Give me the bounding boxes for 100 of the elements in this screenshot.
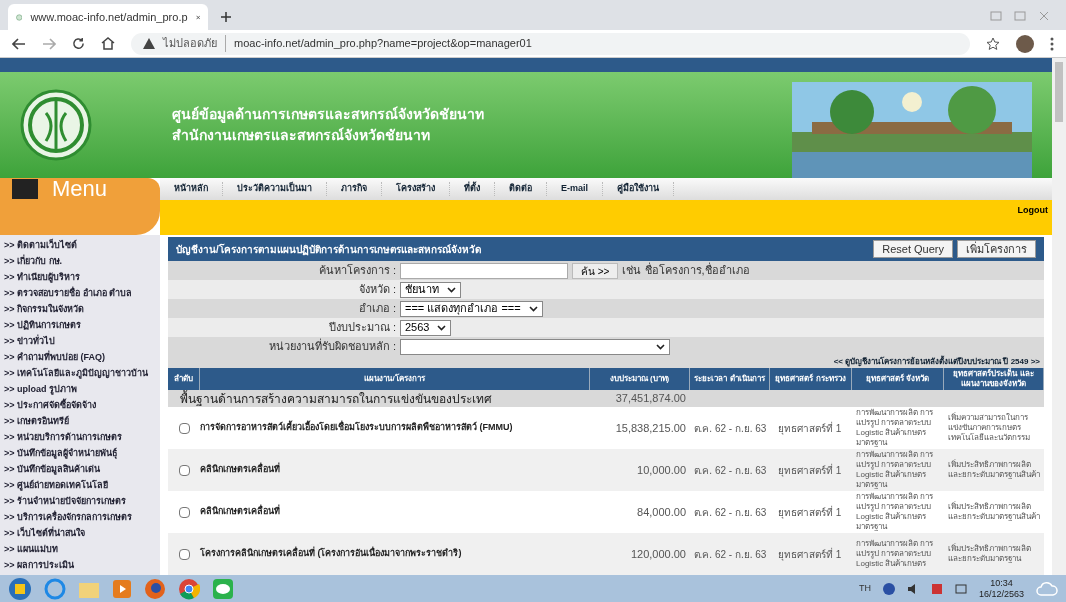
sidebar-link[interactable]: >> เทคโนโลยีและภูมิปัญญาชาวบ้าน: [4, 367, 156, 383]
project-name: โครงการคลินิกเกษตรเคลื่อนที่ (โครงการอันเนื่องมาจากพระราชดำริ): [200, 547, 463, 561]
sidebar-link[interactable]: >> upload รูปภาพ: [4, 383, 156, 399]
row-checkbox[interactable]: [178, 548, 190, 560]
strategy-cell-text: เพิ่มประสิทธิภาพการผลิตและยกระดับมาตรฐานสินค้า: [947, 502, 1041, 522]
nav-link[interactable]: ภารกิจ: [327, 182, 382, 196]
group-budget: 37,451,874.00: [614, 391, 687, 407]
site-subtitle: สำนักงานเกษตรและสหกรณ์จังหวัดชัยนาท: [172, 126, 431, 145]
strategy-cell-text: การพัฒนาการผลิต การแปรรูป การตลาดระบบ Logistic สินค้าเกษตรมาตรฐาน: [855, 492, 935, 532]
sidebar-link[interactable]: >> แผนแม่บท: [4, 543, 156, 559]
chevron-down-icon: [447, 286, 456, 293]
strategy-cell-text: ยุทธศาสตร์ที่ 1: [777, 546, 843, 562]
field-label: หน่วยงานที่รับผิดชอบหลัก :: [267, 338, 397, 355]
strategy-cell-text: เพิ่มความสามารถในการแข่งขันภาคการเกษตรเทคโนโลยีและนวัตกรรม: [947, 413, 1031, 443]
close-icon[interactable]: [195, 12, 200, 22]
panel-title: บัญชีงาน/โครงการตามแผนปฏิบัติการด้านการเกษตรและสหกรณ์จังหวัด: [176, 242, 482, 257]
sidebar-link[interactable]: >> บันทึกข้อมูลสินค้าเด่น: [4, 463, 156, 479]
sidebar-link[interactable]: >> ร้านจำหน่ายปัจจัยการเกษตร: [4, 495, 156, 511]
forward-icon[interactable]: [42, 37, 56, 50]
panel-button[interactable]: เพิ่มโครงการ: [957, 240, 1036, 258]
sidebar-link[interactable]: >> ประกาศจัดซื้อจัดจ้าง: [4, 399, 156, 415]
security-label: ไม่ปลอดภัย: [163, 36, 217, 52]
sidebar-link[interactable]: >> ศูนย์ถ่ายทอดเทคโนโลยี: [4, 479, 156, 495]
budget-cell-text: 84,000.00: [636, 504, 687, 520]
panel-button[interactable]: Reset Query: [873, 240, 953, 258]
chrome-icon[interactable]: [178, 577, 200, 600]
strategy-cell-text: การพัฒนาการผลิต การแปรรูป การตลาดระบบ Logistic สินค้าเกษตรมาตรฐาน: [855, 408, 935, 448]
site-title: ศูนย์ข้อมูลด้านการเกษตรและสหกรณ์จังหวัดชัยนาท: [172, 105, 485, 125]
new-tab-icon[interactable]: [220, 11, 232, 23]
sidebar-link[interactable]: >> ทำเนียบผู้บริหาร: [4, 271, 156, 287]
sidebar-link[interactable]: >> เว็บไซต์ที่น่าสนใจ: [4, 527, 156, 543]
nav-link[interactable]: ติดต่อ: [495, 182, 547, 196]
maximize-icon[interactable]: [1014, 11, 1026, 21]
nav-link[interactable]: ประวัติความเป็นมา: [223, 182, 327, 196]
star-icon[interactable]: [986, 36, 1000, 51]
budget-cell-text: 120,000.00: [629, 546, 687, 562]
chevron-down-icon: [528, 305, 538, 312]
strategy-cell-text: เพิ่มประสิทธิภาพการผลิตและยกระดับมาตรฐาน: [947, 544, 1032, 564]
browser-icon[interactable]: [44, 577, 66, 600]
strategy-cell-text: ยุทธศาสตร์ที่ 1: [777, 420, 843, 436]
language-indicator[interactable]: TH: [858, 581, 871, 596]
nav-link[interactable]: E-mail: [547, 182, 603, 196]
period-cell-text: ต.ค. 62 - ก.ย. 63: [692, 547, 768, 562]
group-name: พื้นฐานด้านการสร้างความสามารถในการแข่งขันของประเทศ: [179, 389, 493, 408]
start-icon[interactable]: [8, 576, 32, 601]
dropdown[interactable]: === แสดงทุกอำเภอ ===: [400, 300, 543, 317]
row-checkbox[interactable]: [178, 506, 190, 518]
period-cell-text: ต.ค. 62 - ก.ย. 63: [692, 505, 768, 520]
address-bar[interactable]: ไม่ปลอดภัย moac-info.net/admin_pro.php?name=project&op=manager01: [131, 32, 970, 55]
browser-tab[interactable]: www.moac-info.net/admin_pro.p: [8, 4, 208, 30]
nav-link[interactable]: โครงสร้าง: [382, 182, 450, 196]
strategy-cell-text: เพิ่มประสิทธิภาพการผลิตและยกระดับมาตรฐานสินค้า: [947, 460, 1041, 480]
field-label: อำเภอ :: [357, 301, 397, 317]
url-text: moac-info.net/admin_pro.php?name=project&op=manager01: [225, 35, 532, 52]
chevron-down-icon: [656, 343, 665, 350]
nav-link[interactable]: หน้าหลัก: [160, 182, 223, 196]
scrollbar[interactable]: [1052, 58, 1066, 575]
strategy-cell-text: การพัฒนาการผลิต การแปรรูป การตลาดระบบ Logistic สินค้าเกษตรมาตรฐาน: [855, 450, 935, 490]
sidebar-link[interactable]: >> ข่าวทั่วไป: [4, 335, 156, 351]
sidebar-link[interactable]: >> บันทึกข้อมูลผู้จำหน่ายพันธุ์: [4, 447, 156, 463]
sidebar-link[interactable]: >> ปฏิทินการเกษตร: [4, 319, 156, 335]
search-button[interactable]: ค้น >>: [572, 262, 619, 279]
sidebar-link[interactable]: >> เกษตรอินทรีย์: [4, 415, 156, 431]
close-icon[interactable]: [1038, 11, 1050, 21]
nav-link[interactable]: ที่ตั้ง: [450, 182, 495, 196]
sidebar-link[interactable]: >> ตรวจสอบรายชื่อ อำเภอ ตำบล: [4, 287, 156, 303]
sidebar-link[interactable]: >> หน่วยบริการด้านการเกษตร: [4, 431, 156, 447]
period-cell-text: ต.ค. 62 - ก.ย. 63: [692, 421, 768, 436]
sidebar-link[interactable]: >> กิจกรรมในจังหวัด: [4, 303, 156, 319]
sidebar-link[interactable]: >> ติดตามเว็บไซต์: [4, 239, 156, 255]
cloud-icon[interactable]: [1036, 579, 1058, 598]
avatar-icon[interactable]: [1016, 34, 1034, 53]
sidebar-link[interactable]: >> บริการเครื่องจักรกลการเกษตร: [4, 511, 156, 527]
sidebar-link[interactable]: >> เกี่ยวกับ กษ.: [4, 255, 156, 271]
field-label: ปีงบประมาณ :: [327, 320, 397, 336]
chat-app-icon[interactable]: [212, 577, 234, 600]
warning-icon: [143, 38, 155, 49]
sidebar-link[interactable]: >> คำถามที่พบบ่อย (FAQ): [4, 351, 156, 367]
period-cell-text: ต.ค. 62 - ก.ย. 63: [692, 463, 768, 478]
field-label: จังหวัด :: [357, 282, 397, 298]
reload-icon[interactable]: [72, 37, 85, 50]
more-icon[interactable]: [1050, 36, 1054, 51]
logout-link[interactable]: Logout: [1017, 200, 1052, 218]
clock-date: 16/12/2563: [978, 588, 1024, 600]
dropdown[interactable]: ชัยนาท: [400, 281, 461, 298]
search-field[interactable]: [400, 262, 568, 279]
nav-link[interactable]: คู่มือใช้งาน: [603, 182, 674, 196]
chevron-down-icon: [437, 324, 447, 331]
dropdown[interactable]: [400, 338, 670, 355]
back-icon[interactable]: [12, 37, 26, 50]
clock-time: 10:34: [990, 577, 1013, 589]
sidebar-link[interactable]: >> ผลการประเมิน: [4, 559, 156, 575]
row-checkbox[interactable]: [178, 464, 190, 476]
row-checkbox[interactable]: [178, 422, 190, 434]
dropdown[interactable]: 2563: [400, 319, 452, 336]
project-name: คลินิกเกษตรเคลื่อนที่: [200, 463, 281, 477]
home-icon[interactable]: [101, 37, 115, 50]
media-player-icon[interactable]: [112, 578, 132, 599]
emblem-icon: [20, 89, 92, 161]
budget-cell-text: 15,838,215.00: [614, 420, 687, 436]
